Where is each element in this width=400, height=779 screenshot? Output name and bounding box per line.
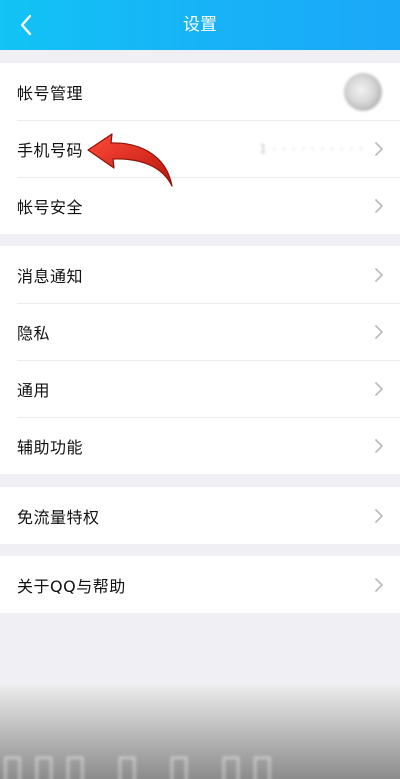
- settings-item-label: 辅助功能: [17, 437, 84, 457]
- settings-item-label: 隐私: [17, 323, 51, 343]
- settings-item-about-and-help[interactable]: 关于QQ与帮助: [0, 556, 400, 613]
- chevron-right-icon: [375, 267, 383, 282]
- chevron-right-icon: [375, 324, 383, 339]
- chevron-right-icon: [375, 508, 383, 523]
- settings-item-label: 帐号安全: [17, 197, 84, 217]
- settings-item-accessibility[interactable]: 辅助功能: [0, 417, 400, 474]
- phone-number-value: 1 · · · · · · · · · ·: [259, 141, 364, 156]
- blurred-overlay-banner: ▯▯▯ ▯ ▯ ▯▯: [0, 685, 400, 779]
- about-group: 关于QQ与帮助: [0, 556, 400, 613]
- decorative-blurred-shapes: ▯▯▯ ▯ ▯ ▯▯: [0, 743, 282, 779]
- chevron-right-icon: [375, 381, 383, 396]
- settings-item-phone-number[interactable]: 手机号码 1 · · · · · · · · · ·: [0, 120, 400, 177]
- general-group: 消息通知 隐私 通用 辅助功能: [0, 246, 400, 474]
- account-group: 帐号管理 手机号码 1 · · · · · · · · · · 帐号安全: [0, 63, 400, 234]
- settings-item-privacy[interactable]: 隐私: [0, 303, 400, 360]
- chevron-right-icon: [375, 577, 383, 592]
- settings-item-label: 手机号码: [17, 140, 84, 160]
- settings-item-account-security[interactable]: 帐号安全: [0, 177, 400, 234]
- settings-item-label: 通用: [17, 380, 51, 400]
- settings-item-general[interactable]: 通用: [0, 360, 400, 417]
- settings-item-label: 消息通知: [17, 266, 84, 286]
- avatar: [344, 72, 382, 111]
- settings-item-account-management[interactable]: 帐号管理: [0, 63, 400, 120]
- header-bar: 设置: [0, 0, 400, 50]
- settings-item-notifications[interactable]: 消息通知: [0, 246, 400, 303]
- chevron-right-icon: [375, 438, 383, 453]
- settings-item-free-data-privilege[interactable]: 免流量特权: [0, 487, 400, 544]
- chevron-right-icon: [375, 141, 383, 156]
- settings-item-label: 关于QQ与帮助: [17, 576, 126, 596]
- data-privilege-group: 免流量特权: [0, 487, 400, 544]
- settings-item-label: 免流量特权: [17, 507, 100, 527]
- chevron-right-icon: [375, 198, 383, 213]
- settings-item-label: 帐号管理: [17, 83, 84, 103]
- page-title: 设置: [183, 15, 217, 35]
